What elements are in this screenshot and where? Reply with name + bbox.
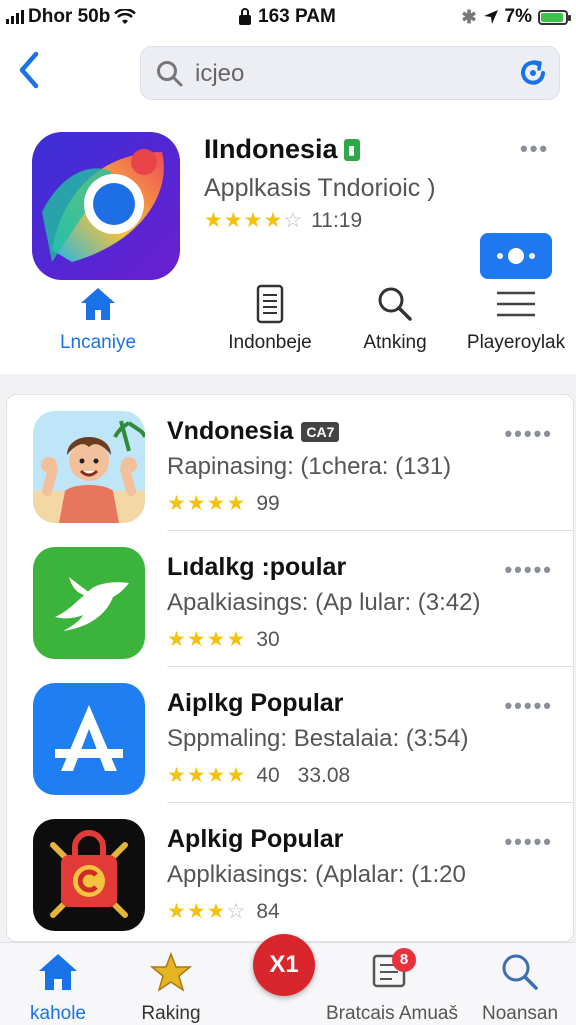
app-subtitle: Applkiasings: (Aplalar: (1:20 bbox=[167, 861, 466, 888]
list-item[interactable]: Lıdalkg :poular Apalkiasings: (Ap lular:… bbox=[7, 531, 573, 667]
featured-rating: ★★★★☆ 11:19 bbox=[204, 208, 362, 233]
app-rating: ★★★★ 40 33.08 bbox=[167, 763, 350, 788]
star-rating-icon: ★★★★ bbox=[167, 492, 247, 515]
rating-value: 30 bbox=[256, 627, 280, 651]
extra-value: 33.08 bbox=[297, 763, 351, 787]
search-icon bbox=[157, 61, 183, 87]
nav-search[interactable]: Noansan bbox=[474, 949, 566, 1025]
back-button[interactable] bbox=[14, 50, 54, 94]
tab-label: Playeroylak bbox=[466, 332, 566, 353]
app-title: Aiplkg Popular bbox=[167, 689, 344, 717]
search-bar bbox=[140, 46, 560, 100]
status-right: ✱ 7% bbox=[461, 6, 571, 28]
featured-app-icon[interactable] bbox=[32, 132, 180, 280]
app-rating: ★★★☆ 84 bbox=[167, 899, 280, 924]
star-rating-icon: ★★★★ bbox=[167, 764, 247, 787]
floating-action-button[interactable]: X1 bbox=[253, 934, 315, 996]
more-options-icon[interactable]: ••••• bbox=[504, 557, 553, 583]
more-options-icon[interactable]: ••• bbox=[520, 136, 549, 162]
star-icon bbox=[150, 952, 192, 992]
more-options-icon[interactable]: ••••• bbox=[504, 421, 553, 447]
app-list: Vndonesia CA7 Rapinasing: (1chera: (131)… bbox=[6, 394, 574, 942]
search-input[interactable] bbox=[193, 57, 497, 91]
rating-value: 99 bbox=[256, 491, 280, 515]
star-rating-icon: ★★★★ bbox=[167, 628, 247, 651]
featured-tabs: Lncaniye Indonbeje Atnking Playeroylak bbox=[0, 282, 576, 362]
nav-label: Raking bbox=[141, 1003, 201, 1024]
app-title: Aplkig Popular bbox=[167, 825, 344, 853]
battery-badge-icon: ▮ bbox=[343, 138, 360, 161]
refresh-icon[interactable] bbox=[517, 57, 549, 89]
battery-percent: 7% bbox=[504, 6, 532, 27]
list-item[interactable]: Aplkig Popular Applkiasings: (Aplalar: (… bbox=[7, 803, 573, 939]
app-title: Lıdalkg :poular bbox=[167, 553, 347, 581]
status-bar: Dhor 50b 163 PAM ✱ 7% bbox=[0, 0, 576, 36]
app-icon-person[interactable] bbox=[33, 411, 145, 523]
messages-icon-wrap: 8 bbox=[372, 947, 416, 993]
menu-icon bbox=[497, 291, 535, 317]
nav-label: Noansan bbox=[481, 1003, 559, 1024]
app-icon-a[interactable] bbox=[33, 683, 145, 795]
tab-document[interactable]: Indonbeje bbox=[210, 282, 330, 354]
clock-time: 163 PAM bbox=[258, 6, 336, 27]
nav-messages[interactable]: 8 Bratcais Amuaš bbox=[326, 947, 458, 1025]
app-tag: CA7 bbox=[301, 421, 340, 442]
nav-label: kahole bbox=[30, 1003, 86, 1024]
featured-app-card: IIndonesia ▮ Applkasis Tndorioic ) ★★★★☆… bbox=[0, 116, 576, 374]
star-rating-icon: ★★★☆ bbox=[167, 900, 247, 923]
app-title: Vndonesia CA7 bbox=[167, 417, 340, 446]
signal-icon bbox=[6, 10, 24, 24]
tab-home[interactable]: Lncaniye bbox=[38, 282, 158, 354]
tab-label: Atnking bbox=[363, 332, 427, 353]
app-subtitle: Sppmaling: Bestalaia: (3:54) bbox=[167, 725, 469, 752]
featured-app-title: IIndonesia ▮ bbox=[204, 134, 360, 165]
list-item[interactable]: Aiplkg Popular Sppmaling: Bestalaia: (3:… bbox=[7, 667, 573, 803]
nav-home[interactable]: kahole bbox=[22, 949, 94, 1025]
nav-label: Bratcais Amuaš bbox=[326, 1003, 458, 1024]
app-icon-bird[interactable] bbox=[33, 547, 145, 659]
featured-title-text: IIndonesia bbox=[204, 134, 338, 164]
bluetooth-icon: ✱ bbox=[461, 6, 477, 27]
featured-action-button[interactable] bbox=[480, 233, 552, 279]
list-item[interactable]: Vndonesia CA7 Rapinasing: (1chera: (131)… bbox=[7, 395, 573, 531]
app-rating: ★★★★ 30 bbox=[167, 627, 280, 652]
tab-search[interactable]: Atnking bbox=[335, 282, 455, 354]
search-icon bbox=[378, 287, 412, 321]
document-icon bbox=[256, 284, 284, 324]
featured-app-subtitle: Applkasis Tndorioic ) bbox=[204, 174, 436, 202]
rating-value: 84 bbox=[256, 899, 280, 923]
star-rating-icon: ★★★★☆ bbox=[204, 209, 304, 232]
search-icon bbox=[502, 954, 538, 990]
nav-ranking[interactable]: Raking bbox=[134, 949, 208, 1025]
home-icon bbox=[39, 954, 77, 990]
featured-rating-value: 11:19 bbox=[311, 208, 363, 232]
app-title-text: Vndonesia bbox=[167, 417, 294, 445]
home-icon bbox=[81, 288, 115, 320]
location-icon bbox=[483, 10, 498, 24]
app-subtitle: Apalkiasings: (Ap lular: (3:42) bbox=[167, 589, 481, 616]
app-subtitle: Rapinasing: (1chera: (131) bbox=[167, 453, 452, 480]
more-options-icon[interactable]: ••••• bbox=[504, 693, 553, 719]
battery-icon bbox=[538, 9, 571, 25]
app-rating: ★★★★ 99 bbox=[167, 491, 280, 516]
more-options-icon[interactable]: ••••• bbox=[504, 829, 553, 855]
notification-badge: 8 bbox=[392, 947, 416, 972]
app-icon-bag[interactable] bbox=[33, 819, 145, 931]
status-left: Dhor 50b bbox=[6, 6, 137, 28]
tab-label: Indonbeje bbox=[228, 332, 312, 353]
header bbox=[0, 36, 576, 116]
chevron-left-icon bbox=[19, 51, 39, 89]
tab-menu[interactable]: Playeroylak bbox=[456, 282, 576, 354]
status-center: 163 PAM bbox=[238, 6, 336, 28]
carrier-label: Dhor 50b bbox=[28, 6, 111, 27]
lock-icon bbox=[239, 8, 251, 25]
tab-label: Lncaniye bbox=[59, 332, 137, 353]
camera-dots-icon bbox=[497, 248, 535, 264]
rating-value: 40 bbox=[256, 763, 280, 787]
wifi-icon bbox=[114, 9, 137, 24]
